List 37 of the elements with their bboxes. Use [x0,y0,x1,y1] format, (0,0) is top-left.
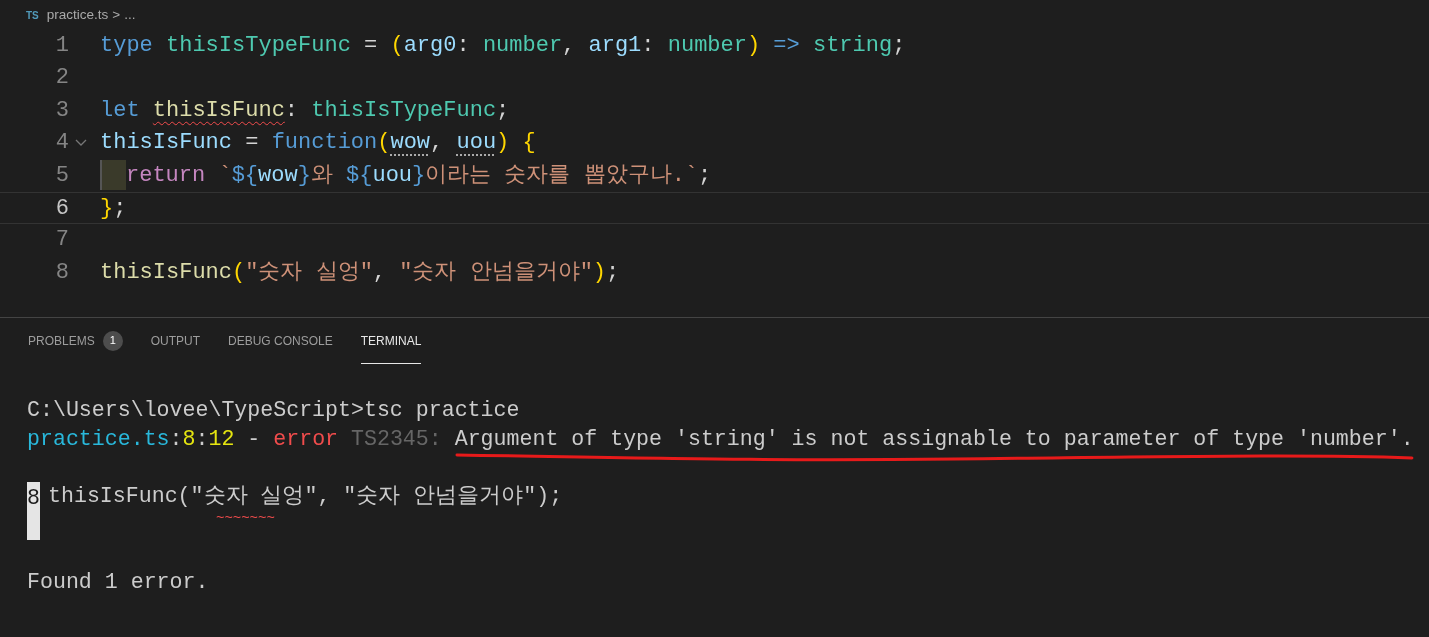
line-number: 5 [54,161,70,190]
terminal-text: Argument of type 'string' is not assignable to parameter of type 'number'. [454,427,1414,451]
terminal-line: thisIsFunc("숫자 실엉", "숫자 안넘을거야"); [48,483,563,510]
line-number: 3 [54,96,70,125]
code-line: return `${wow}와 ${uou}이라는 숫자를 뽑았구나.`; [100,159,712,192]
line-number: 1 [54,32,70,60]
panel-tab[interactable]: PROBLEMS 1 [28,318,123,364]
terminal-text: - [246,426,262,453]
typescript-file-icon: TS [26,7,39,23]
line-number: 6 [54,194,70,223]
line-number: 4 [54,129,70,158]
code-line: type thisIsTypeFunc = (arg0: number, arg1: number) => string; [100,32,906,60]
line-number: 8 [54,258,70,287]
code-line: thisIsFunc = function(wow, uou) { [100,129,536,158]
terminal-text: : [169,426,183,453]
panel-tab[interactable]: DEBUG CONSOLE [228,318,333,364]
terminal-text: : [195,426,209,453]
terminal-text: 12 [208,426,235,453]
terminal-text: C:\Users\lovee\TypeScript>tsc practice [27,397,520,424]
panel-tab[interactable]: OUTPUT [150,318,201,364]
code-line: thisIsFunc("숫자 실엉", "숫자 안넘을거야"); [100,258,620,287]
terminal-text: Found 1 error. [27,569,209,596]
line-number-gutter: 8 [27,482,40,540]
terminal-text: practice.ts [27,426,170,453]
terminal-text: error [273,426,339,453]
count-badge: 1 [102,330,123,351]
code-line: let thisIsFunc: thisIsTypeFunc; [100,96,510,125]
error-squiggle: ~~~~~~~ [215,511,276,525]
breadcrumb-item[interactable]: ... [124,4,136,26]
breadcrumb-separator: > [112,5,121,24]
line-number: 2 [54,64,70,93]
terminal-text: TS2345: [350,426,443,453]
code-line: }; [100,194,127,223]
breadcrumb-item[interactable]: practice.ts [46,4,109,26]
line-number: 7 [54,226,70,255]
terminal-text: 8 [182,426,196,453]
panel-tab[interactable]: TERMINAL [360,318,422,364]
